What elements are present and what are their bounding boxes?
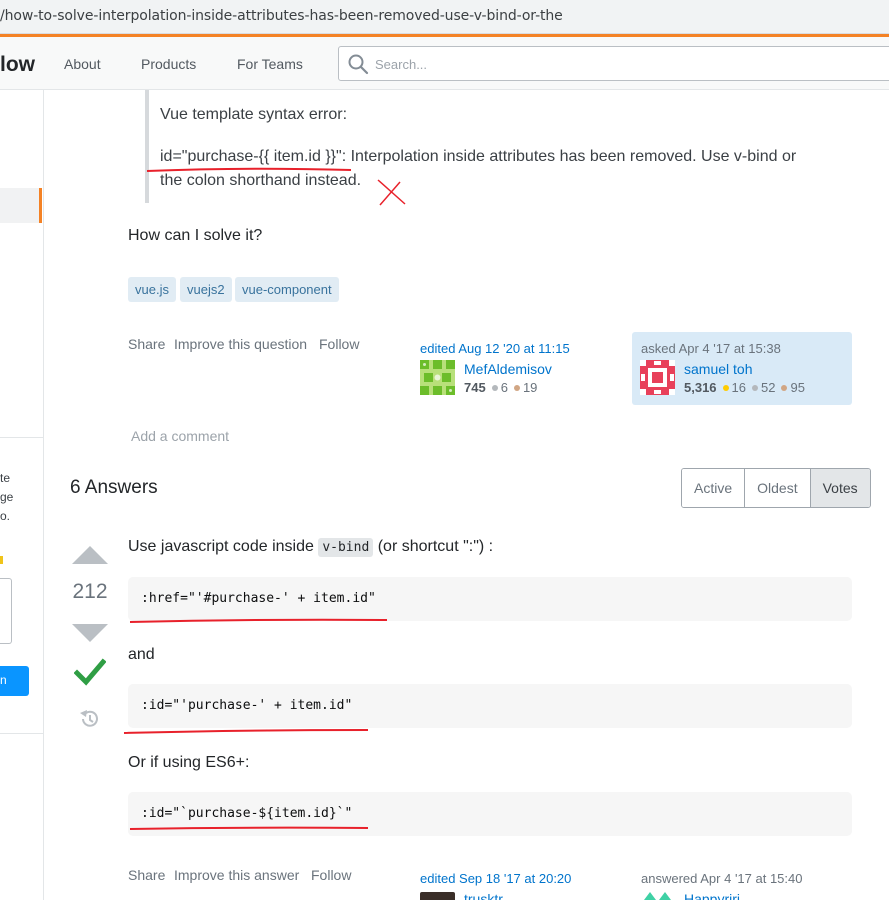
owner-name[interactable]: Happyriri <box>684 892 740 900</box>
upvote-arrow-icon[interactable] <box>71 545 109 565</box>
tag-vue-component[interactable]: vue-component <box>235 277 339 302</box>
site-logo[interactable]: low <box>0 53 35 77</box>
sort-votes-tab[interactable]: Votes <box>810 469 870 507</box>
vote-count: 212 <box>72 580 108 603</box>
tag-vuejs[interactable]: vue.js <box>128 277 176 302</box>
search-icon <box>348 54 369 75</box>
bronze-count: 19 <box>522 380 538 395</box>
downvote-arrow-icon[interactable] <box>71 623 109 643</box>
editor-avatar[interactable] <box>420 360 455 395</box>
sidebar-snippet: ge <box>0 490 14 504</box>
answer-sort-tabs: Active Oldest Votes <box>681 468 871 508</box>
rep-score: 745 <box>464 380 486 395</box>
sidebar-snippet: o. <box>0 509 11 523</box>
editor-avatar[interactable] <box>420 892 455 900</box>
sidebar-button-label: n <box>0 673 7 687</box>
answered-timestamp: answered Apr 4 '17 at 15:40 <box>641 871 803 886</box>
add-comment-link[interactable]: Add a comment <box>131 428 229 444</box>
search-placeholder: Search... <box>375 57 428 72</box>
sidebar-button[interactable]: n <box>0 666 29 696</box>
red-underline-annotation <box>123 729 369 734</box>
answer-text: and <box>128 646 155 663</box>
bronze-badge-icon <box>781 385 788 391</box>
silver-badge-icon <box>491 385 498 391</box>
edited-timestamp[interactable]: edited Aug 12 '20 at 11:15 <box>420 341 570 356</box>
nav-for-teams[interactable]: For Teams <box>237 56 303 72</box>
search-input[interactable]: Search... <box>338 46 889 81</box>
answer-intro: Use javascript code inside v-bind (or sh… <box>128 538 494 557</box>
sidebar-badge-dot <box>0 556 3 564</box>
sidebar-divider <box>0 437 43 438</box>
edited-timestamp[interactable]: edited Sep 18 '17 at 20:20 <box>420 871 571 886</box>
sidebar-snippet: te <box>0 471 11 485</box>
silver-badge-icon <box>752 385 759 391</box>
gold-badge-icon <box>722 385 729 391</box>
red-cross-annotation <box>377 179 406 206</box>
silver-count: 52 <box>761 380 776 395</box>
follow-link[interactable]: Follow <box>319 336 359 352</box>
red-underline-annotation <box>146 167 352 172</box>
site-topbar: low About Products For Teams Search... <box>0 37 889 90</box>
owner-name[interactable]: samuel toh <box>684 361 752 377</box>
sidebar-item-active[interactable] <box>0 188 42 223</box>
code-line: :href="'#purchase-' + item.id" <box>141 591 376 606</box>
code-line: :id="'purchase-' + item.id" <box>141 698 353 713</box>
bronze-count: 95 <box>790 380 805 395</box>
rep-score: 5,316 <box>684 380 717 395</box>
accepted-check-icon <box>74 658 106 686</box>
code-line: :id="`purchase-${item.id}`" <box>141 806 353 821</box>
sidebar-input-box[interactable] <box>0 578 12 644</box>
editor-name[interactable]: MefAldemisov <box>464 361 552 377</box>
share-link[interactable]: Share <box>128 336 165 352</box>
answer-intro-post: (or shortcut ":") : <box>373 538 494 555</box>
improve-link[interactable]: Improve this answer <box>174 867 299 883</box>
answer-intro-pre: Use javascript code inside <box>128 538 319 555</box>
nav-about[interactable]: About <box>64 56 101 72</box>
owner-reputation: 5,316 16 52 95 <box>684 380 805 395</box>
history-icon[interactable] <box>78 708 100 730</box>
answer-text: Or if using ES6+: <box>128 754 250 771</box>
owner-avatar[interactable] <box>640 892 675 900</box>
silver-count: 6 <box>500 380 508 395</box>
share-link[interactable]: Share <box>128 867 165 883</box>
sort-oldest-tab[interactable]: Oldest <box>745 469 811 507</box>
bronze-badge-icon <box>513 385 520 391</box>
red-underline-annotation <box>129 826 369 830</box>
sort-active-tab[interactable]: Active <box>682 469 746 507</box>
tag-vuejs2[interactable]: vuejs2 <box>180 277 232 302</box>
nav-products[interactable]: Products <box>141 56 196 72</box>
answers-heading: 6 Answers <box>70 477 158 498</box>
red-underline-annotation <box>129 618 388 623</box>
url-text[interactable]: /how-to-solve-interpolation-inside-attri… <box>0 8 563 24</box>
improve-link[interactable]: Improve this question <box>174 336 307 352</box>
question-text: How can I solve it? <box>128 227 263 244</box>
gold-count: 16 <box>731 380 747 395</box>
quote-line: Vue template syntax error: <box>160 106 348 123</box>
editor-reputation: 745 6 19 <box>464 380 537 395</box>
inline-code: v-bind <box>318 538 374 557</box>
browser-url-bar[interactable]: /how-to-solve-interpolation-inside-attri… <box>0 0 889 34</box>
asked-timestamp: asked Apr 4 '17 at 15:38 <box>641 341 781 356</box>
quote-line: id="purchase-{{ item.id }}": Interpolati… <box>160 148 797 165</box>
sidebar-divider <box>0 733 43 734</box>
code-block: :id="'purchase-' + item.id" <box>128 684 852 728</box>
follow-link[interactable]: Follow <box>311 867 351 883</box>
owner-avatar[interactable] <box>640 360 675 395</box>
editor-name[interactable]: trusktr <box>464 892 503 900</box>
